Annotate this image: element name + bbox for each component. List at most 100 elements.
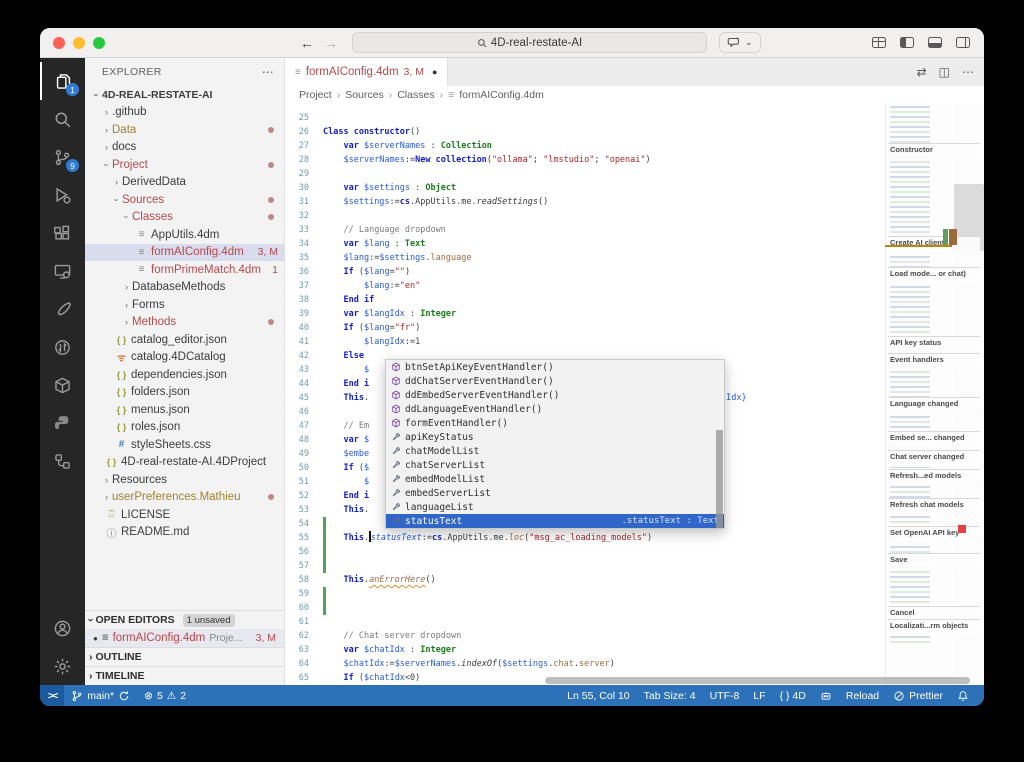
code-line[interactable]: 38 End if: [285, 293, 984, 307]
toggle-panel-icon[interactable]: [928, 37, 942, 48]
code-line[interactable]: 56: [285, 545, 984, 559]
breadcrumb-item[interactable]: Classes: [397, 89, 434, 101]
tree-item[interactable]: ›docs: [85, 139, 284, 157]
minimap-section-label[interactable]: Refresh...ed models: [888, 469, 980, 486]
autocomplete-item[interactable]: btnSetApiKeyEventHandler(): [386, 360, 724, 374]
tree-item[interactable]: ›Project: [85, 156, 284, 174]
code-line[interactable]: 34 var $lang : Text: [285, 237, 984, 251]
code-line[interactable]: 30 var $settings : Object: [285, 181, 984, 195]
status-item-ln-55-col-10[interactable]: Ln 55, Col 10: [560, 690, 636, 702]
code-line[interactable]: 59: [285, 587, 984, 601]
horizontal-scrollbar[interactable]: [545, 677, 970, 684]
activity-python-icon[interactable]: [40, 404, 85, 442]
autocomplete-item[interactable]: chatServerList: [386, 458, 724, 472]
tree-item[interactable]: ≡AppUtils.4dm: [85, 226, 284, 244]
remote-indicator[interactable]: ><: [40, 685, 64, 706]
tree-item[interactable]: ›DerivedData: [85, 174, 284, 192]
code-line[interactable]: 41 $langIdx:=1: [285, 335, 984, 349]
tree-item[interactable]: ›.github: [85, 104, 284, 122]
minimap-section-label[interactable]: Constructor: [888, 143, 980, 160]
open-editor-row[interactable]: ●≡formAIConfig.4dmProje...3, M: [85, 629, 284, 647]
activity-remote-explorer-icon[interactable]: [40, 252, 85, 290]
autocomplete-item[interactable]: languageList: [386, 500, 724, 514]
code-line[interactable]: 35 $lang:=$settings.language: [285, 251, 984, 265]
minimap-section-label[interactable]: Localizati...rm objects: [888, 619, 980, 636]
tree-item[interactable]: ›Forms: [85, 296, 284, 314]
tree-item[interactable]: ›userPreferences.Mathieu: [85, 489, 284, 507]
tree-item[interactable]: ≡formPrimeMatch.4dm1: [85, 261, 284, 279]
tab-formaiconfig[interactable]: ≡ formAIConfig.4dm 3, M ●: [285, 58, 448, 86]
tree-item[interactable]: ⓘREADME.md: [85, 524, 284, 542]
tree-item[interactable]: ›Sources: [85, 191, 284, 209]
dirty-dot-icon[interactable]: ●: [432, 67, 437, 77]
breadcrumb-file[interactable]: formAIConfig.4dm: [459, 89, 544, 101]
autocomplete-item[interactable]: apiKeyStatus: [386, 430, 724, 444]
status-item-lf[interactable]: LF: [746, 690, 772, 702]
status-item-bell[interactable]: [950, 690, 976, 702]
status-item-prettier[interactable]: Prettier: [886, 690, 950, 702]
forward-icon[interactable]: →: [324, 35, 338, 51]
code-line[interactable]: 40 If ($lang="fr"): [285, 321, 984, 335]
tree-item[interactable]: ›Methods: [85, 314, 284, 332]
tree-item[interactable]: ♖LICENSE: [85, 506, 284, 524]
minimize-window-button[interactable]: [73, 37, 85, 49]
status-item-tab-size-4[interactable]: Tab Size: 4: [637, 690, 703, 702]
minimap-section-label[interactable]: Set OpenAI API key: [888, 526, 980, 543]
tree-item[interactable]: #styleSheets.css: [85, 436, 284, 454]
toggle-primary-sidebar-icon[interactable]: [900, 37, 914, 48]
code-line[interactable]: 55 This.statusText:=cs.AppUtils.me.loc("…: [285, 531, 984, 545]
minimap-section-label[interactable]: Refresh chat models: [888, 498, 980, 515]
code-line[interactable]: 28 $serverNames:=New collection("ollama"…: [285, 153, 984, 167]
activity-package-icon[interactable]: [40, 366, 85, 404]
outline-section[interactable]: › OUTLINE: [85, 648, 284, 666]
dirty-dot-icon[interactable]: ●: [93, 634, 98, 643]
open-editors-section[interactable]: › OPEN EDITORS 1 unsaved: [85, 611, 284, 629]
activity-hierarchy-icon[interactable]: [40, 442, 85, 480]
breadcrumb-item[interactable]: Project: [299, 89, 332, 101]
zoom-window-button[interactable]: [93, 37, 105, 49]
status-item--4d[interactable]: { } 4D: [773, 690, 813, 702]
code-line[interactable]: 62 // Chat server dropdown: [285, 629, 984, 643]
split-editor-icon[interactable]: ◫: [939, 65, 950, 79]
command-center-search[interactable]: 4D-real-restate-AI: [352, 32, 707, 53]
activity-run-debug-icon[interactable]: [40, 176, 85, 214]
back-icon[interactable]: ←: [300, 35, 314, 51]
autocomplete-item[interactable]: chatModelList: [386, 444, 724, 458]
minimap-section-label[interactable]: API key status: [888, 336, 980, 353]
explorer-more-icon[interactable]: ⋯: [262, 65, 274, 79]
customize-layout-icon[interactable]: [872, 37, 886, 48]
minimap-section-label[interactable]: Language changed: [888, 397, 980, 414]
code-line[interactable]: 63 var $chatIdx : Integer: [285, 643, 984, 657]
tree-item[interactable]: ›Classes: [85, 209, 284, 227]
activity-extensions-icon[interactable]: [40, 214, 85, 252]
tree-root[interactable]: ›4D-REAL-RESTATE-AI: [85, 86, 284, 104]
popup-scrollbar[interactable]: [716, 430, 723, 528]
activity-account-icon[interactable]: [40, 609, 85, 647]
tree-item[interactable]: ›Resources: [85, 471, 284, 489]
activity-search-icon[interactable]: [40, 100, 85, 138]
code-line[interactable]: 29: [285, 167, 984, 181]
problems-status[interactable]: ⊗ 5 ⚠ 2: [137, 690, 193, 702]
tree-item[interactable]: { }4D-real-restate-AI.4DProject: [85, 454, 284, 472]
timeline-section[interactable]: › TIMELINE: [85, 667, 284, 685]
activity-circled-arrows-icon[interactable]: [40, 328, 85, 366]
open-changes-icon[interactable]: ⇄: [917, 65, 927, 79]
tree-item[interactable]: { }menus.json: [85, 401, 284, 419]
code-line[interactable]: 27 var $serverNames : Collection: [285, 139, 984, 153]
code-line[interactable]: 36 If ($lang=""): [285, 265, 984, 279]
status-item-robot[interactable]: [813, 690, 839, 702]
autocomplete-item[interactable]: ddEmbedServerEventHandler(): [386, 388, 724, 402]
autocomplete-item[interactable]: ddChatServerEventHandler(): [386, 374, 724, 388]
tree-item[interactable]: { }roles.json: [85, 419, 284, 437]
minimap-section-label[interactable]: Chat server changed: [888, 450, 980, 467]
activity-paintbrush-icon[interactable]: [40, 290, 85, 328]
minimap-section-label[interactable]: Save: [888, 553, 980, 570]
tree-item[interactable]: { }dependencies.json: [85, 366, 284, 384]
tree-item[interactable]: ᯤcatalog.4DCatalog: [85, 349, 284, 367]
copilot-chat-button[interactable]: ⌄: [719, 32, 761, 53]
status-item-reload[interactable]: Reload: [839, 690, 886, 702]
minimap-section-label[interactable]: Event handlers: [888, 353, 980, 370]
code-line[interactable]: 57: [285, 559, 984, 573]
code-line[interactable]: 26Class constructor(): [285, 125, 984, 139]
close-window-button[interactable]: [53, 37, 65, 49]
